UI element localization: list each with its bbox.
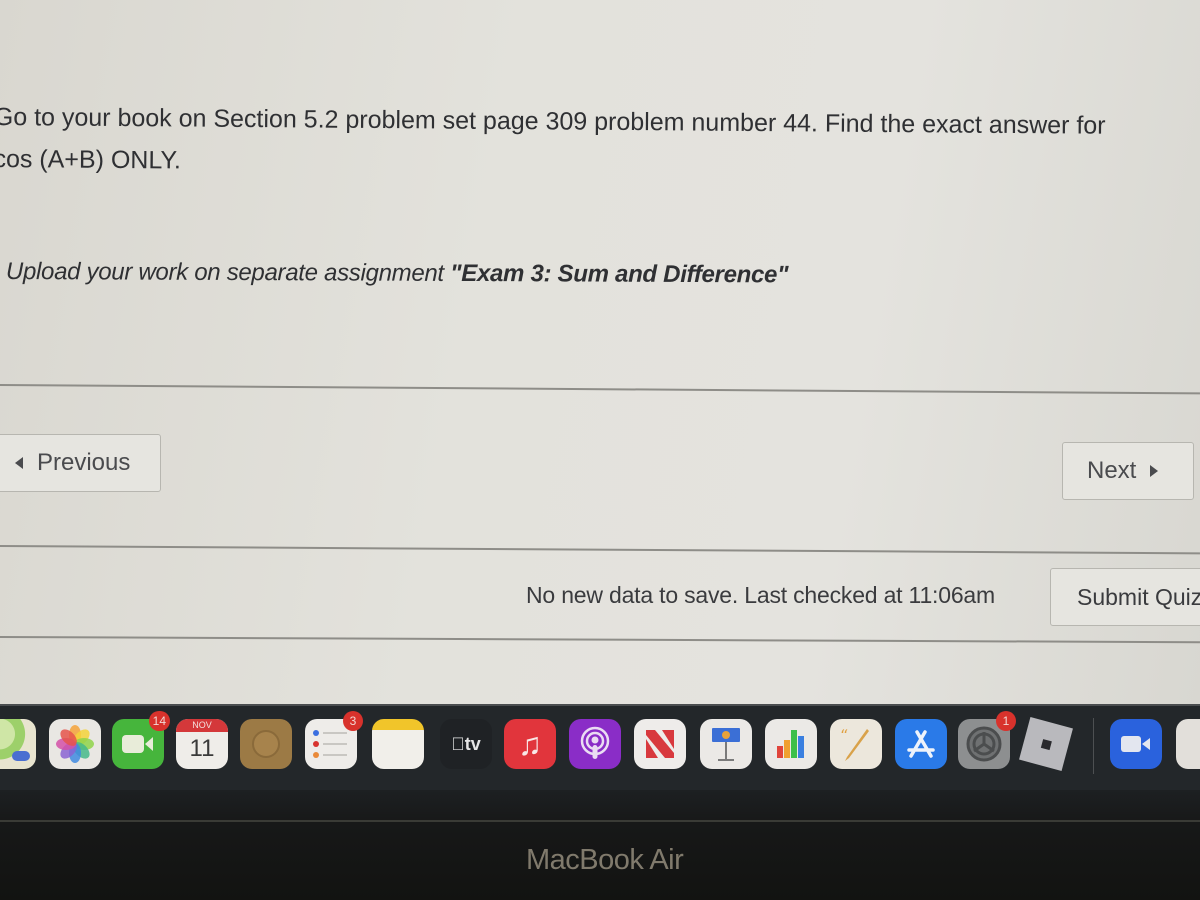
notification-badge: 14 xyxy=(148,711,170,731)
dock-item-maps[interactable] xyxy=(0,719,36,769)
dock-item-photos[interactable] xyxy=(49,719,101,769)
next-button-label: Next xyxy=(1087,457,1137,484)
dock-item-numbers[interactable] xyxy=(765,719,817,769)
dock-item-keynote[interactable] xyxy=(700,719,752,769)
dock-item-tv[interactable]: tv xyxy=(440,719,492,769)
caret-left-icon xyxy=(15,457,23,469)
news-icon xyxy=(646,730,674,758)
caret-right-icon xyxy=(1150,465,1159,477)
contacts-icon xyxy=(252,730,280,758)
notification-badge: 1 xyxy=(996,711,1016,731)
assignment-name: "Exam 3: Sum and Difference" xyxy=(450,259,789,289)
upload-instruction-prefix: Upload your work on separate assignment xyxy=(5,258,451,287)
keynote-icon xyxy=(712,728,740,761)
dock-item-roblox[interactable] xyxy=(1019,717,1073,771)
next-button[interactable]: Next xyxy=(1062,442,1194,500)
dock-item-app-store[interactable] xyxy=(895,719,947,769)
app-store-icon xyxy=(907,730,935,758)
facetime-icon xyxy=(122,735,153,753)
dock-item-document[interactable] xyxy=(1176,719,1200,769)
dock-item-music[interactable]: ♫ xyxy=(504,719,556,769)
calendar-day: 11 xyxy=(189,735,215,762)
photos-icon xyxy=(56,725,94,763)
dock-item-zoom[interactable] xyxy=(1110,719,1162,769)
system-preferences-icon xyxy=(966,726,1002,762)
dock: 14 NOV 11 3 tv ♫ xyxy=(0,704,1200,790)
divider xyxy=(0,636,1200,644)
dock-item-system-preferences[interactable]: 1 xyxy=(958,711,1016,769)
dock-item-reminders[interactable]: 3 xyxy=(305,711,363,769)
numbers-icon xyxy=(777,730,804,758)
previous-button[interactable]: Previous xyxy=(0,434,161,492)
device-brand-label: MacBook Air xyxy=(526,844,684,876)
svg-text:“: “ xyxy=(840,726,848,745)
question-text: Go to your book on Section 5.2 problem s… xyxy=(0,96,1200,190)
music-icon: ♫ xyxy=(518,726,542,762)
dock-item-contacts[interactable] xyxy=(240,719,292,769)
dock-item-podcasts[interactable] xyxy=(569,719,621,769)
pages-icon: “ xyxy=(840,726,869,761)
notification-badge: 3 xyxy=(343,711,363,731)
maps-icon xyxy=(12,751,30,761)
dock-item-pages[interactable]: “ xyxy=(830,719,882,769)
roblox-icon xyxy=(1019,717,1073,771)
divider xyxy=(0,545,1200,555)
dock-item-facetime[interactable]: 14 xyxy=(112,711,170,769)
dock-item-news[interactable] xyxy=(634,719,686,769)
upload-instruction: Upload your work on separate assignment … xyxy=(6,258,1006,290)
autosave-status: No new data to save. Last checked at 11:… xyxy=(526,582,995,608)
divider xyxy=(0,384,1200,395)
previous-button-label: Previous xyxy=(37,449,131,476)
apple-tv-icon: tv xyxy=(451,733,481,754)
zoom-icon xyxy=(1121,736,1150,752)
bezel-edge xyxy=(0,820,1200,822)
dock-separator xyxy=(1093,718,1094,774)
browser-viewport: Go to your book on Section 5.2 problem s… xyxy=(0,0,1200,706)
dock-item-calendar[interactable]: NOV 11 xyxy=(176,719,228,769)
reminders-icon xyxy=(313,730,347,758)
submit-quiz-label: Submit Quiz xyxy=(1077,583,1200,610)
laptop-bezel: MacBook Air xyxy=(0,790,1200,900)
dock-item-notes[interactable] xyxy=(372,719,424,769)
calendar-month: NOV xyxy=(176,719,228,732)
podcasts-icon xyxy=(580,726,610,759)
submit-quiz-button[interactable]: Submit Quiz xyxy=(1050,568,1200,626)
